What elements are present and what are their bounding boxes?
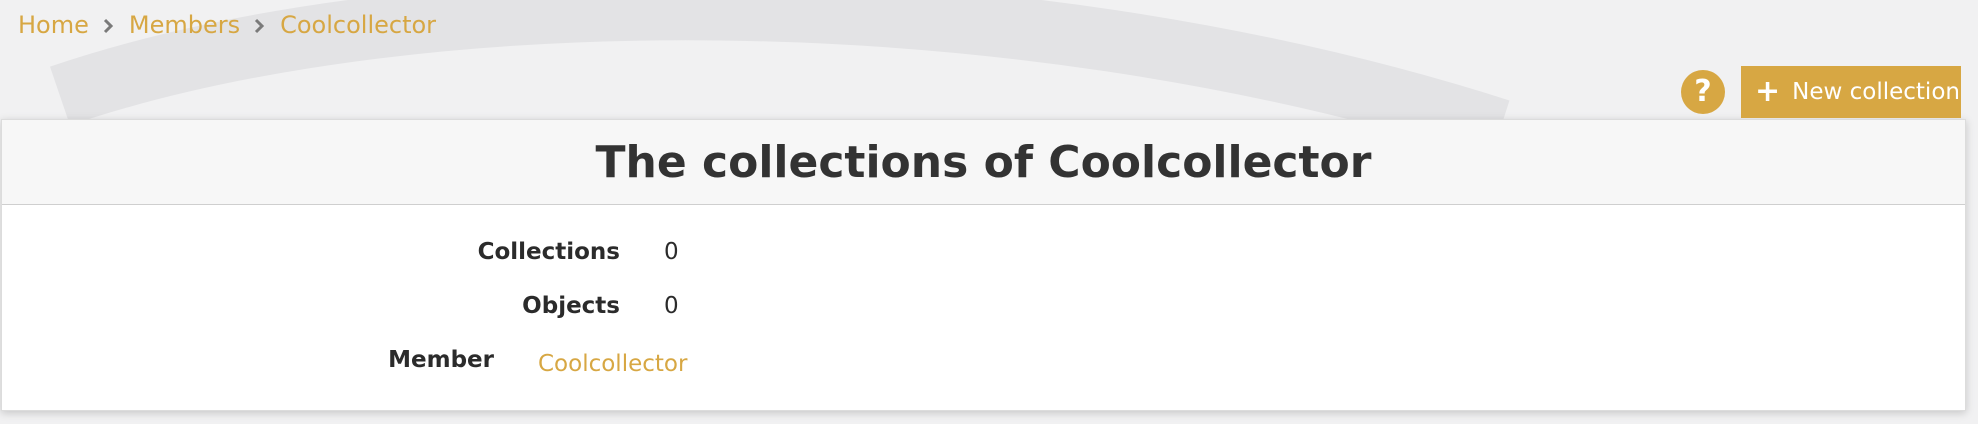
breadcrumb-members-link[interactable]: Members [129,11,240,39]
breadcrumb-member-link[interactable]: Coolcollector [280,11,436,39]
new-collection-label: New collection [1792,79,1960,105]
plus-icon: + [1755,74,1781,109]
objects-count: 0 [664,293,679,319]
page-title: The collections of Coolcollector [595,136,1372,188]
new-collection-button[interactable]: + New collection [1741,66,1961,118]
member-link[interactable]: Coolcollector [538,351,687,377]
help-icon: ? [1694,74,1712,109]
objects-label: Objects [522,293,620,319]
card-header: The collections of Coolcollector [2,120,1965,205]
chevron-right-icon [246,11,272,39]
help-button[interactable]: ? [1681,70,1725,114]
chevron-right-icon [95,11,121,39]
collections-label: Collections [477,239,620,265]
collections-count: 0 [664,239,679,265]
member-label: Member [388,347,494,373]
breadcrumb: Home Members Coolcollector [18,8,436,42]
breadcrumb-home-link[interactable]: Home [18,11,89,39]
collections-card: The collections of Coolcollector Collect… [1,119,1966,411]
